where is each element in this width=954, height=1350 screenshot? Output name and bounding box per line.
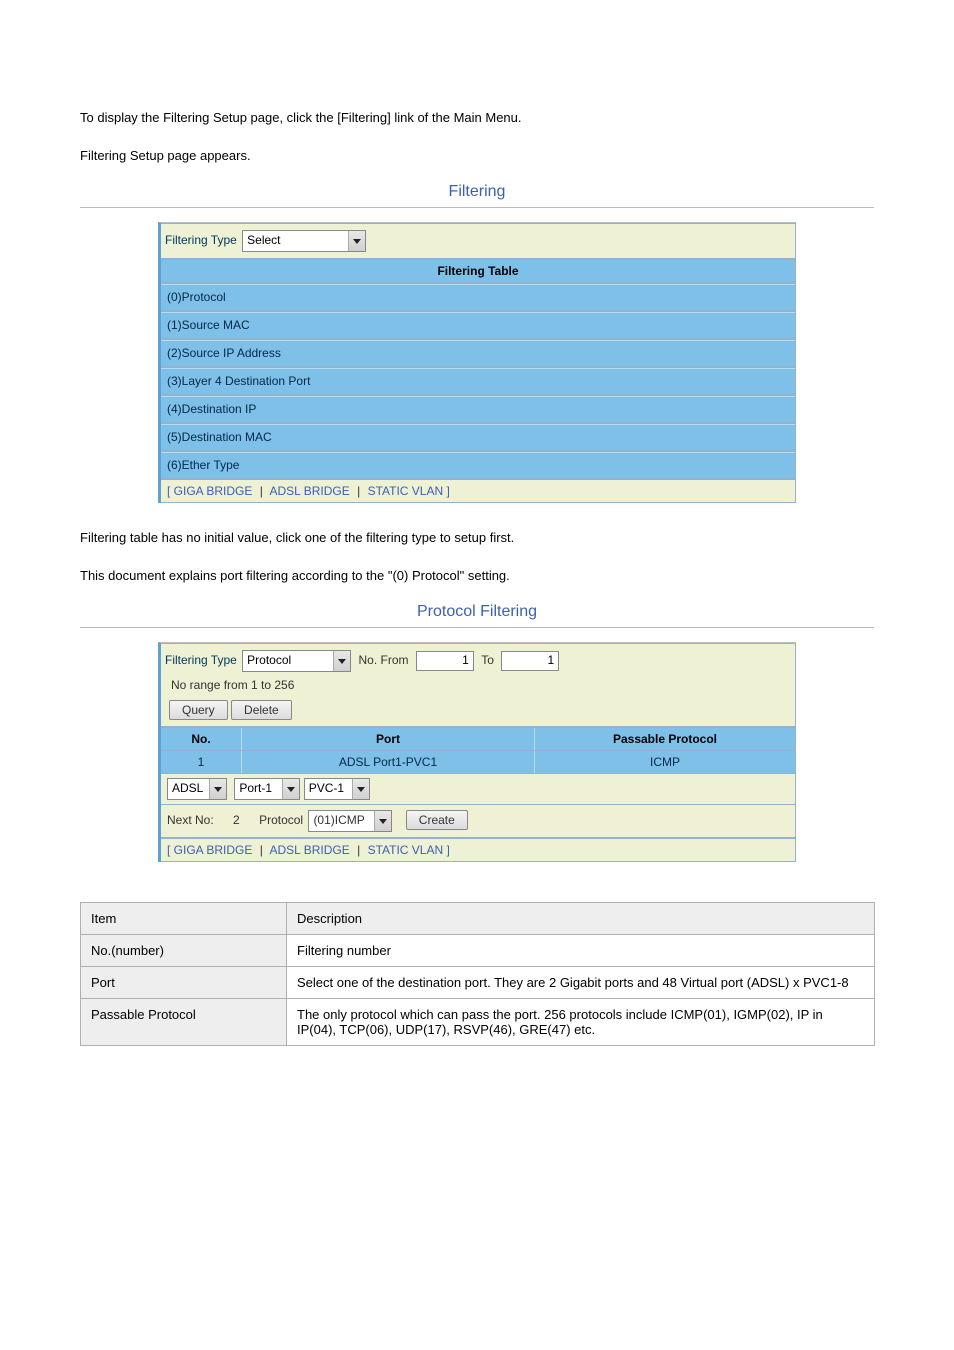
next-no-label: Next No: (167, 813, 214, 827)
button-row: Query Delete (161, 696, 796, 727)
filtering-type-select2[interactable]: Protocol (242, 650, 351, 672)
chevron-down-icon (374, 811, 391, 831)
cell-item-3: Passable Protocol (81, 999, 287, 1046)
th-desc: Description (287, 903, 875, 935)
port-select[interactable]: Port-1 (234, 778, 300, 800)
to-label: To (481, 653, 494, 667)
cell-desc-1: Filtering number (287, 935, 875, 967)
chevron-down-icon (352, 779, 369, 799)
pvc-value: PVC-1 (309, 781, 344, 795)
bracket-open: [ (167, 843, 174, 857)
table-row: Item Description (81, 903, 875, 935)
query-button[interactable]: Query (169, 700, 228, 720)
cell-item-1: No.(number) (81, 935, 287, 967)
cell-prot: ICMP (535, 751, 795, 773)
link-giga-bridge[interactable]: GIGA BRIDGE (174, 484, 253, 498)
link-adsl-bridge[interactable]: ADSL BRIDGE (270, 484, 350, 498)
cell-port: ADSL Port1-PVC1 (242, 751, 535, 773)
description-table: Item Description No.(number) Filtering n… (80, 902, 875, 1046)
filtering-type-label: Filtering Type (165, 233, 237, 247)
separator: | (357, 484, 360, 498)
range-hint: No range from 1 to 256 (161, 674, 796, 696)
next-row: Next No: 2 Protocol (01)ICMP Create (161, 805, 796, 838)
chevron-down-icon (209, 779, 226, 799)
filtering-table-title: Filtering Table (161, 259, 796, 283)
separator: | (260, 484, 263, 498)
no-from-input[interactable]: 1 (416, 651, 474, 671)
hdr-port: Port (242, 728, 535, 750)
separator: | (260, 843, 263, 857)
divider (80, 627, 874, 628)
to-input[interactable]: 1 (501, 651, 559, 671)
filtering-row-6[interactable]: (6)Ether Type (161, 451, 796, 479)
table-row: No.(number) Filtering number (81, 935, 875, 967)
protocol-label: Protocol (259, 813, 303, 827)
cell-desc-2: Select one of the destination port. They… (287, 967, 875, 999)
filtering-type-select[interactable]: Select (242, 230, 366, 252)
port-value: Port-1 (239, 781, 272, 795)
link-giga-bridge[interactable]: GIGA BRIDGE (174, 843, 253, 857)
chevron-down-icon (348, 231, 365, 251)
no-from-label: No. From (359, 653, 409, 667)
panel2-footer: [ GIGA BRIDGE | ADSL BRIDGE | STATIC VLA… (161, 838, 796, 862)
create-button[interactable]: Create (406, 810, 468, 830)
divider (80, 207, 874, 208)
filtering-panel: Filtering Type Select Filtering Table (0… (158, 222, 796, 503)
filtering-row-2[interactable]: (2)Source IP Address (161, 339, 796, 367)
protocol-select[interactable]: (01)ICMP (308, 810, 392, 832)
mid-line2: This document explains port filtering ac… (80, 566, 874, 586)
query-row: Filtering Type Protocol No. From 1 To 1 (161, 643, 796, 674)
adsl-select[interactable]: ADSL (167, 778, 227, 800)
link-static-vlan[interactable]: STATIC VLAN (368, 843, 444, 857)
link-adsl-bridge[interactable]: ADSL BRIDGE (270, 843, 350, 857)
link-static-vlan[interactable]: STATIC VLAN (368, 484, 444, 498)
filtering-type-row: Filtering Type Select (161, 223, 796, 259)
bracket-close: ] (446, 843, 449, 857)
pvc-select[interactable]: PVC-1 (304, 778, 370, 800)
adsl-value: ADSL (172, 781, 203, 795)
cell-item-2: Port (81, 967, 287, 999)
intro-line2: Filtering Setup page appears. (80, 146, 874, 166)
mid-line1: Filtering table has no initial value, cl… (80, 528, 874, 548)
protocol-value: (01)ICMP (313, 813, 364, 827)
bracket-close: ] (446, 484, 449, 498)
chevron-down-icon (333, 651, 350, 671)
filtering-row-3[interactable]: (3)Layer 4 Destination Port (161, 367, 796, 395)
delete-button[interactable]: Delete (231, 700, 292, 720)
result-row: 1 ADSL Port1-PVC1 ICMP (161, 751, 796, 774)
filtering-row-5[interactable]: (5)Destination MAC (161, 423, 796, 451)
panel1-title: Filtering (80, 183, 874, 207)
next-no-value: 2 (233, 813, 240, 827)
filtering-type-value2: Protocol (247, 653, 291, 667)
table-row: Port Select one of the destination port.… (81, 967, 875, 999)
intro-line1: To display the Filtering Setup page, cli… (80, 108, 874, 128)
filtering-type-label2: Filtering Type (165, 653, 237, 667)
table-row: Passable Protocol The only protocol whic… (81, 999, 875, 1046)
panel2-title: Protocol Filtering (80, 603, 874, 627)
protocol-filtering-panel: Filtering Type Protocol No. From 1 To 1 … (158, 642, 796, 862)
hdr-no: No. (161, 728, 242, 750)
panel1-footer: [ GIGA BRIDGE | ADSL BRIDGE | STATIC VLA… (161, 479, 796, 503)
hdr-prot: Passable Protocol (535, 728, 795, 750)
filtering-row-0[interactable]: (0)Protocol (161, 283, 796, 311)
chevron-down-icon (282, 779, 299, 799)
filtering-row-4[interactable]: (4)Destination IP (161, 395, 796, 423)
cell-no: 1 (161, 751, 242, 773)
th-item: Item (81, 903, 287, 935)
cell-desc-3: The only protocol which can pass the por… (287, 999, 875, 1046)
select-row: ADSL Port-1 PVC-1 (161, 774, 796, 805)
filtering-row-1[interactable]: (1)Source MAC (161, 311, 796, 339)
filtering-type-value: Select (247, 233, 280, 247)
result-header-row: No. Port Passable Protocol (161, 727, 796, 751)
separator: | (357, 843, 360, 857)
bracket-open: [ (167, 484, 174, 498)
